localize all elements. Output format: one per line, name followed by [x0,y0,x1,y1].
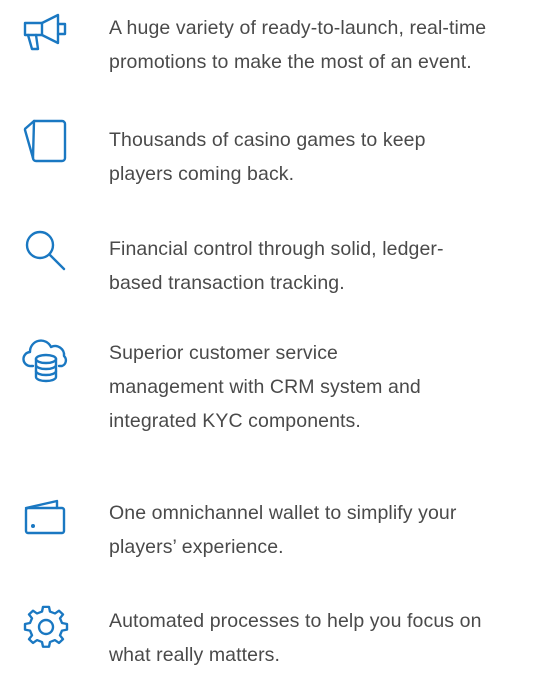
feature-text-line: players’ experience. [109,536,284,558]
feature-text-line: One omnichannel wallet to simplify your [109,502,457,524]
megaphone-icon [22,13,70,57]
feature-text-line: Automated processes to help you focus on [109,610,482,632]
feature-text-line: Superior customer service [109,342,338,364]
feature-text: A huge variety of ready-to-launch, real-… [109,11,554,79]
gear-icon [22,605,70,650]
feature-text-line: A huge variety of ready-to-launch, real-… [109,17,487,39]
feature-text: Automated processes to help you focus on… [109,604,554,672]
feature-text-line: Thousands of casino games to keep [109,129,426,151]
feature-text: Superior customer service management wit… [109,336,554,438]
feature-text-line: Financial control through solid, ledger- [109,238,444,260]
feature-text: Financial control through solid, ledger-… [109,232,554,300]
feature-text-line: integrated KYC components. [109,410,361,432]
cards-icon [22,118,70,163]
feature-text-line: promotions to make the most of an event. [109,51,472,73]
search-icon [22,228,70,272]
feature-text-line: what really matters. [109,644,281,666]
feature-list: A huge variety of ready-to-launch, real-… [0,0,554,675]
wallet-icon [22,496,70,540]
feature-text: One omnichannel wallet to simplify your … [109,496,554,564]
feature-text: Thousands of casino games to keep player… [109,123,554,191]
feature-text-line: management with CRM system and [109,376,421,398]
feature-text-line: based transaction tracking. [109,272,345,294]
cloud-database-icon [22,338,70,383]
feature-text-line: players coming back. [109,163,295,185]
